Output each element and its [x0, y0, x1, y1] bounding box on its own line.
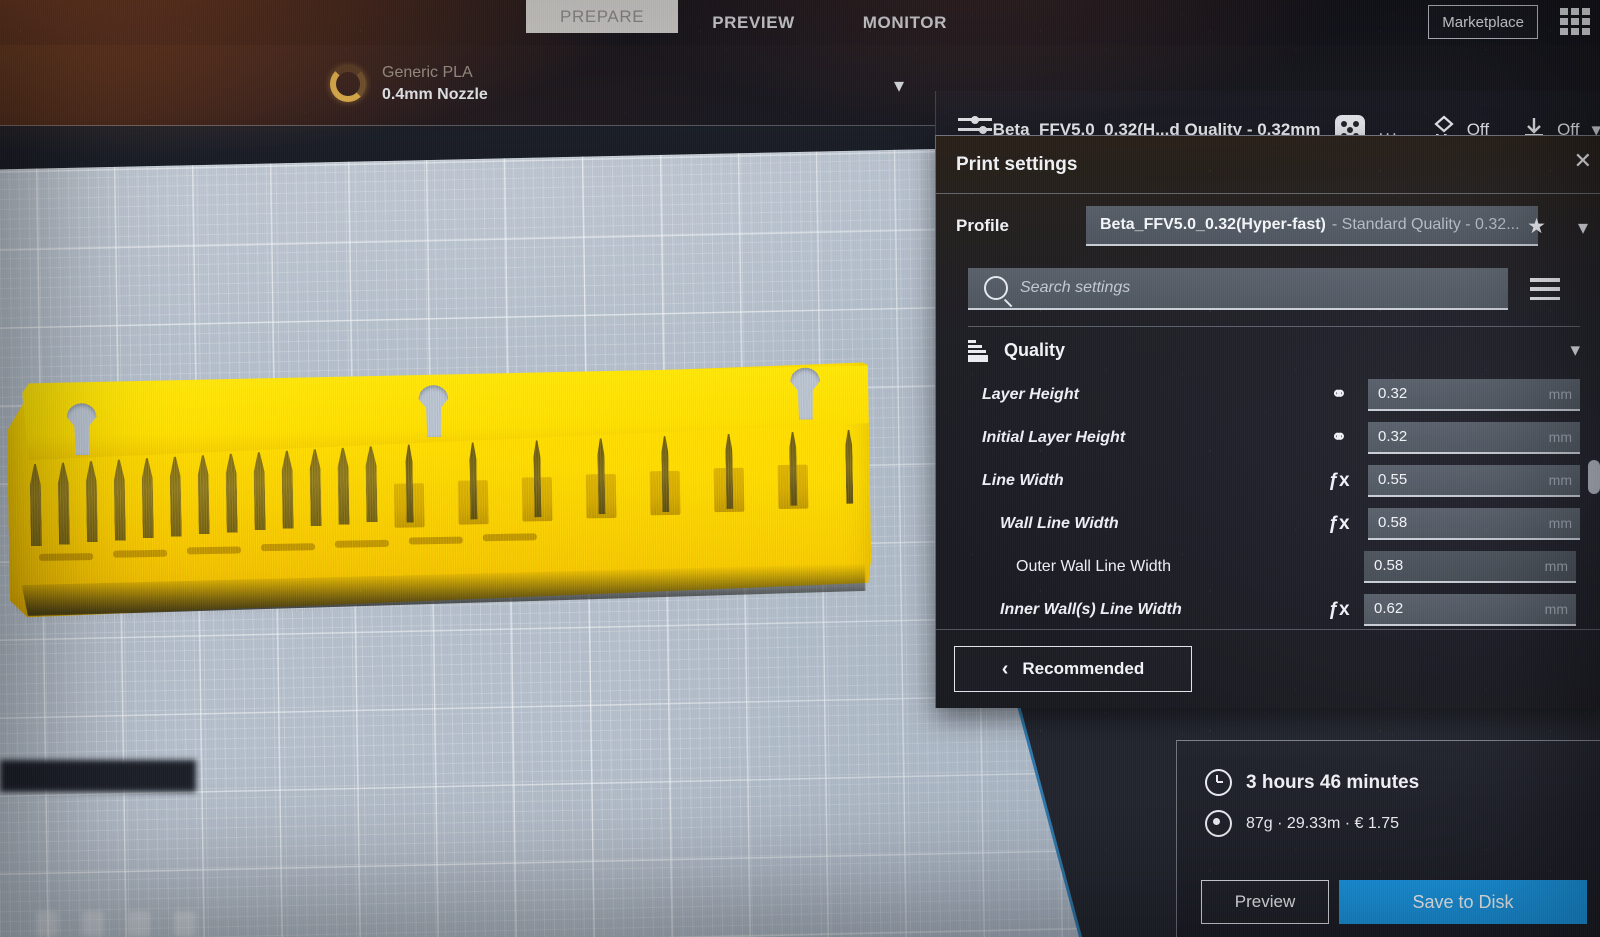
- link-icon[interactable]: ⚭: [1326, 383, 1352, 406]
- search-input[interactable]: Search settings: [968, 268, 1508, 310]
- section-header-quality[interactable]: Quality ▾: [968, 326, 1580, 373]
- marketplace-button[interactable]: Marketplace: [1428, 5, 1538, 39]
- search-placeholder: Search settings: [1020, 279, 1131, 296]
- setting-value: 0.62: [1374, 600, 1404, 617]
- setting-value: 0.32: [1378, 428, 1408, 445]
- search-row: Search settings: [968, 268, 1580, 310]
- setting-unit: mm: [1548, 428, 1572, 445]
- hamburger-menu-icon[interactable]: [1530, 278, 1560, 300]
- print-settings-footer: ‹ Recommended: [936, 629, 1600, 708]
- print-settings-header: Print settings ✕: [936, 136, 1600, 194]
- profile-dropdown[interactable]: Beta_FFV5.0_0.32(Hyper-fast) - Standard …: [1086, 206, 1538, 246]
- viewport-tool-icon[interactable]: [36, 911, 58, 937]
- print-job-panel: 3 hours 46 minutes 87g · 29.33m · € 1.75…: [1176, 740, 1600, 937]
- vertical-scrollbar[interactable]: [1588, 332, 1600, 662]
- profile-detail: - Standard Quality - 0.32...: [1331, 216, 1520, 233]
- setting-value-field[interactable]: 0.62 mm: [1364, 593, 1576, 626]
- close-icon[interactable]: ✕: [1574, 150, 1592, 172]
- profile-name: Beta_FFV5.0_0.32(Hyper-fast): [1100, 216, 1326, 233]
- print-time-row: 3 hours 46 minutes: [1205, 769, 1600, 796]
- tab-monitor[interactable]: MONITOR: [829, 0, 981, 45]
- configuration-bar: Generic PLA 0.4mm Nozzle ▾ Beta_FFV5.0_0…: [0, 45, 1600, 169]
- setting-unit: mm: [1548, 385, 1572, 402]
- stage-tabs: PREPARE PREVIEW MONITOR: [526, 0, 981, 45]
- setting-value: 0.32: [1378, 385, 1408, 402]
- save-to-disk-button[interactable]: Save to Disk: [1339, 880, 1587, 924]
- material-name: Generic PLA: [382, 64, 473, 82]
- setting-label: Outer Wall Line Width: [1016, 557, 1172, 575]
- search-icon: [984, 276, 1008, 300]
- setting-value-field[interactable]: 0.55 mm: [1368, 464, 1580, 497]
- setting-label: Wall Line Width: [1000, 514, 1119, 532]
- viewport-tool-icon[interactable]: [128, 911, 150, 937]
- star-icon[interactable]: ★: [1527, 214, 1546, 239]
- setting-row: Inner Wall(s) Line Width ƒx 0.62 mm: [968, 588, 1580, 631]
- setting-row: Layer Height ⚭ 0.32 mm: [968, 373, 1580, 416]
- chevron-down-icon[interactable]: ▾: [1570, 339, 1580, 362]
- filament-spool-icon: [328, 64, 368, 104]
- setting-row: Outer Wall Line Width 0.58 mm: [968, 545, 1580, 588]
- recommended-label: Recommended: [1022, 659, 1145, 678]
- object-name-label[interactable]: [0, 760, 196, 792]
- link-icon[interactable]: ⚭: [1326, 426, 1352, 449]
- setting-value-field[interactable]: 0.58 mm: [1364, 550, 1576, 583]
- app-grid-icon[interactable]: [1560, 8, 1590, 36]
- print-time-text: 3 hours 46 minutes: [1246, 771, 1420, 793]
- setting-unit: mm: [1548, 471, 1572, 488]
- setting-unit: mm: [1544, 557, 1568, 574]
- setting-value-field[interactable]: 0.32 mm: [1368, 378, 1580, 411]
- material-summary-text: 87g · 29.33m · € 1.75: [1246, 814, 1399, 832]
- chevron-left-icon: ‹: [1001, 657, 1009, 680]
- formula-icon[interactable]: ƒx: [1326, 470, 1352, 492]
- setting-label: Line Width: [982, 471, 1064, 489]
- profile-row: Profile Beta_FFV5.0_0.32(Hyper-fast) - S…: [936, 193, 1600, 259]
- setting-label: Inner Wall(s) Line Width: [1000, 600, 1182, 618]
- viewport-tool-icon[interactable]: [82, 911, 104, 937]
- panel-title: Print settings: [956, 153, 1078, 175]
- formula-icon[interactable]: ƒx: [1326, 599, 1352, 621]
- setting-row: Initial Layer Height ⚭ 0.32 mm: [968, 416, 1580, 459]
- section-title: Quality: [1004, 339, 1066, 360]
- viewport-tool-icon[interactable]: [174, 911, 196, 937]
- chevron-down-icon[interactable]: ▾: [1578, 215, 1588, 240]
- setting-value-field[interactable]: 0.58 mm: [1368, 507, 1580, 540]
- job-actions: Preview Save to Disk: [1201, 880, 1587, 924]
- 3d-model-object[interactable]: [6, 357, 872, 622]
- profile-label: Profile: [956, 216, 1009, 235]
- cura-application-window: PREPARE PREVIEW MONITOR Marketplace Gene…: [0, 0, 1600, 937]
- tab-preview[interactable]: PREVIEW: [678, 0, 829, 45]
- setting-row: Wall Line Width ƒx 0.58 mm: [968, 502, 1580, 545]
- material-cost-row: 87g · 29.33m · € 1.75: [1205, 810, 1600, 837]
- formula-icon[interactable]: ƒx: [1326, 513, 1352, 535]
- material-selector[interactable]: Generic PLA 0.4mm Nozzle ▾: [320, 47, 920, 121]
- tab-prepare[interactable]: PREPARE: [526, 0, 679, 33]
- setting-unit: mm: [1544, 600, 1568, 617]
- setting-value: 0.55: [1378, 471, 1408, 488]
- nozzle-size: 0.4mm Nozzle: [382, 86, 488, 103]
- material-spool-icon: [1205, 810, 1232, 837]
- setting-value-field[interactable]: 0.32 mm: [1368, 421, 1580, 454]
- setting-unit: mm: [1548, 514, 1572, 531]
- viewport-bottom-toolbar[interactable]: [36, 911, 196, 937]
- setting-value: 0.58: [1378, 514, 1408, 531]
- clock-icon: [1205, 769, 1232, 796]
- main-toolbar: PREPARE PREVIEW MONITOR Marketplace: [0, 0, 1600, 45]
- preview-button[interactable]: Preview: [1201, 880, 1329, 924]
- print-settings-panel: Print settings ✕ Profile Beta_FFV5.0_0.3…: [935, 135, 1600, 708]
- scrollbar-thumb[interactable]: [1588, 460, 1600, 494]
- setting-label: Initial Layer Height: [982, 428, 1126, 446]
- chevron-down-icon[interactable]: ▾: [894, 73, 904, 98]
- setting-value: 0.58: [1374, 557, 1404, 574]
- setting-label: Layer Height: [982, 385, 1079, 403]
- recommended-button[interactable]: ‹ Recommended: [954, 646, 1192, 692]
- setting-row: Line Width ƒx 0.55 mm: [968, 459, 1580, 502]
- layer-quality-icon: [968, 338, 990, 362]
